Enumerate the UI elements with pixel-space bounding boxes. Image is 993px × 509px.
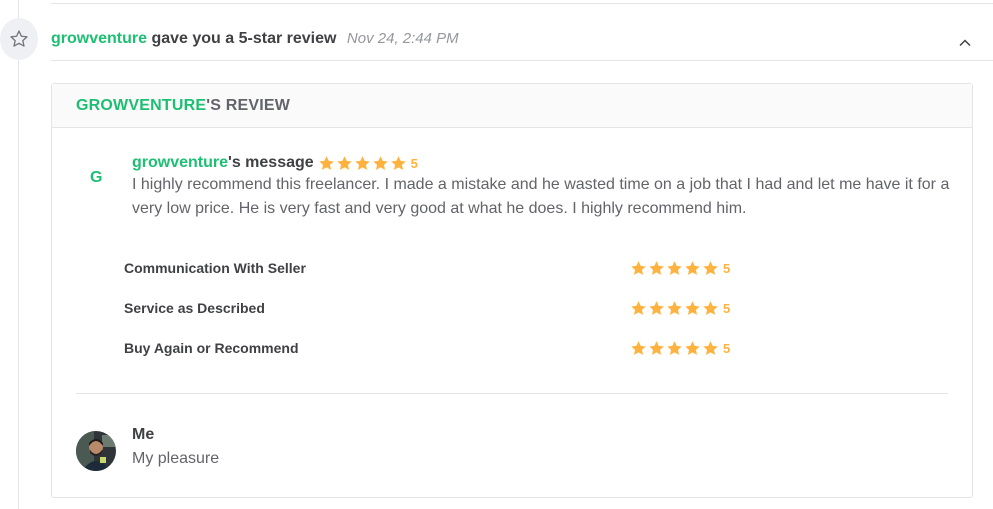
rating-label: Communication With Seller — [124, 260, 306, 276]
star-icon — [631, 340, 646, 355]
overall-rating-value: 5 — [410, 155, 418, 171]
star-icon — [372, 155, 388, 170]
star-icon — [390, 155, 406, 170]
star-icon — [649, 260, 664, 275]
review-header-username[interactable]: GROWVENTURE — [76, 97, 206, 115]
star-icon — [703, 300, 718, 315]
star-icon — [354, 155, 370, 170]
star-icon — [685, 340, 700, 355]
star-icon — [667, 260, 682, 275]
rating-label: Buy Again or Recommend — [124, 340, 299, 356]
review-text: I highly recommend this freelancer. I ma… — [132, 176, 950, 217]
avatar — [76, 431, 116, 471]
buyer-name-link[interactable]: growventure — [132, 154, 228, 172]
event-action: gave you a 5-star review — [151, 30, 337, 47]
rating-row-communication: Communication With Seller 5 — [124, 257, 744, 279]
star-icon — [631, 300, 646, 315]
event-timestamp: Nov 24, 2:44 PM — [346, 30, 459, 47]
rating-value: 5 — [723, 260, 731, 276]
rating-row-service: Service as Described 5 — [124, 297, 744, 319]
star-icon — [667, 340, 682, 355]
review-card: GROWVENTURE 'S REVIEW G growventure's mes… — [51, 83, 973, 498]
event-header: growventure gave you a 5-star review Nov… — [51, 30, 459, 48]
timeline-line — [18, 0, 19, 509]
rating-stars — [630, 340, 720, 357]
star-icon — [336, 155, 352, 170]
buyer-avatar-initial: G — [90, 169, 103, 186]
message-suffix: 's message — [228, 154, 314, 171]
star-icon — [631, 260, 646, 275]
header-divider — [51, 60, 993, 61]
reply-text: My pleasure — [132, 450, 220, 467]
card-divider — [76, 393, 948, 394]
rating-row-recommend: Buy Again or Recommend 5 — [124, 337, 744, 359]
top-divider — [51, 3, 993, 4]
star-icon — [703, 260, 718, 275]
star-icon — [703, 340, 718, 355]
star-outline-icon — [0, 18, 38, 60]
star-icon — [685, 260, 700, 275]
chevron-up-icon[interactable] — [958, 36, 972, 55]
review-header-suffix: 'S REVIEW — [206, 96, 291, 114]
event-username-link[interactable]: growventure — [51, 30, 147, 47]
reply-author: Me — [132, 426, 155, 443]
star-icon — [649, 340, 664, 355]
rating-value: 5 — [723, 340, 731, 356]
star-icon — [649, 300, 664, 315]
rating-label: Service as Described — [124, 300, 265, 316]
rating-stars — [630, 300, 720, 317]
star-icon — [685, 300, 700, 315]
review-card-header: GROWVENTURE 'S REVIEW — [52, 84, 972, 128]
rating-stars — [630, 260, 720, 277]
buyer-message: growventure's message 5 I highly recomme… — [132, 154, 952, 221]
star-icon — [667, 300, 682, 315]
star-icon — [318, 155, 334, 170]
overall-rating-stars — [318, 155, 408, 172]
rating-value: 5 — [723, 300, 731, 316]
